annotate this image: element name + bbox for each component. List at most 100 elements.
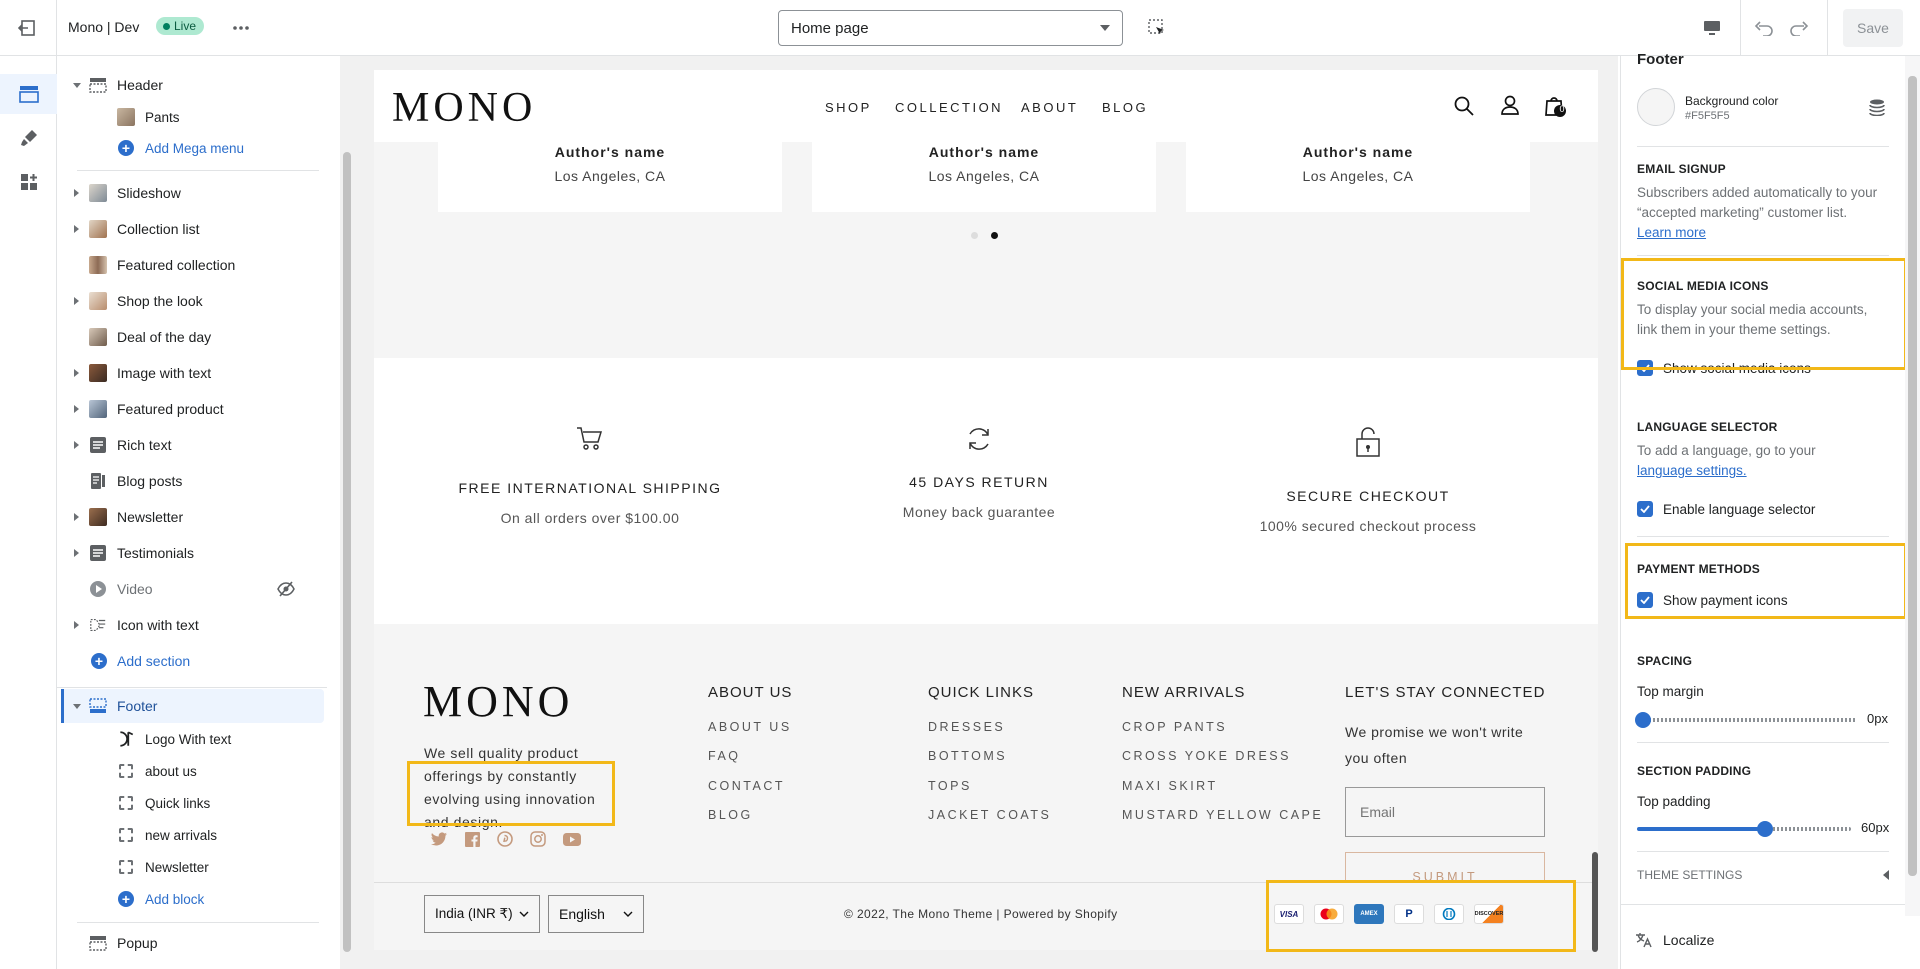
sidebar-item-video[interactable]: Video <box>57 574 327 604</box>
search-icon[interactable] <box>1454 96 1474 116</box>
nav-link-blog[interactable]: BLOG <box>1102 100 1148 115</box>
facebook-icon[interactable] <box>465 831 480 847</box>
instagram-icon[interactable] <box>530 831 546 847</box>
pinterest-icon[interactable] <box>497 831 513 847</box>
sidebar-item-shop-the-look[interactable]: Shop the look <box>57 286 327 316</box>
sidebar-item-label: Icon with text <box>117 617 199 633</box>
sidebar-scrollbar[interactable] <box>340 56 354 969</box>
sidebar-item-icon-with-text[interactable]: Icon with text <box>57 610 327 640</box>
top-margin-slider[interactable] <box>1635 712 1857 728</box>
add-section-button[interactable]: + Add section <box>57 646 327 676</box>
top-padding-slider[interactable] <box>1637 821 1851 837</box>
youtube-icon[interactable] <box>563 832 581 846</box>
sidebar-item-newsletter[interactable]: Newsletter <box>57 502 327 532</box>
theme-settings-brush-icon[interactable] <box>0 118 57 158</box>
footer-link[interactable]: BOTTOMS <box>928 749 1007 763</box>
block-about-us[interactable]: about us <box>57 756 327 786</box>
redo-icon[interactable] <box>1787 16 1811 40</box>
expand-icon <box>74 405 79 413</box>
undo-icon[interactable] <box>1752 16 1776 40</box>
color-swatch[interactable] <box>1637 88 1675 126</box>
feature-checkout: SECURE CHECKOUT 100% secured checkout pr… <box>1173 426 1563 534</box>
sidebar-item-footer[interactable]: Footer <box>57 691 327 721</box>
footer-link[interactable]: TOPS <box>928 779 972 793</box>
block-logo-with-text[interactable]: Logo With text <box>57 724 327 754</box>
eye-hidden-icon[interactable] <box>277 581 295 597</box>
newsletter-email-input[interactable] <box>1345 787 1545 837</box>
footer-link[interactable]: CROSS YOKE DRESS <box>1122 749 1291 763</box>
sidebar-item-featured-collection[interactable]: Featured collection <box>57 250 327 280</box>
sections-icon[interactable] <box>0 74 57 114</box>
sidebar-item-featured-product[interactable]: Featured product <box>57 394 327 424</box>
page-select[interactable]: Home page <box>778 10 1123 46</box>
testimonial-author: Author's name <box>1302 144 1414 160</box>
add-mega-menu-button[interactable]: + Add Mega menu <box>57 133 327 163</box>
block-newsletter[interactable]: Newsletter <box>57 852 327 882</box>
footer-link[interactable]: JACKET COATS <box>928 808 1051 822</box>
footer-link[interactable]: ABOUT US <box>708 720 792 734</box>
footer-link[interactable]: FAQ <box>708 749 741 763</box>
slider-handle[interactable] <box>1757 821 1774 837</box>
sidebar-item-blog-posts[interactable]: Blog posts <box>57 466 327 496</box>
copyright-suffix: | Powered by Shopify <box>996 907 1118 921</box>
carousel-dot[interactable] <box>971 232 978 239</box>
store-logo[interactable]: MONO <box>392 84 536 132</box>
left-rail <box>0 56 57 969</box>
copyright-link[interactable]: The Mono Theme <box>893 907 993 921</box>
dynamic-source-icon[interactable] <box>1869 99 1885 116</box>
section-thumbnail <box>89 220 107 238</box>
currency-select[interactable]: India (INR ₹) <box>424 895 540 933</box>
add-block-button[interactable]: + Add block <box>57 884 327 914</box>
inspector-select-icon[interactable] <box>1146 17 1168 39</box>
expand-icon <box>74 513 79 521</box>
preview-scrollbar-thumb[interactable] <box>1592 852 1598 952</box>
theme-settings-row[interactable]: THEME SETTINGS <box>1637 868 1889 882</box>
enable-language-selector-checkbox[interactable]: Enable language selector <box>1637 501 1887 517</box>
sidebar-item-collection-list[interactable]: Collection list <box>57 214 327 244</box>
slider-track <box>1637 718 1857 722</box>
sidebar-item-deal-of-the-day[interactable]: Deal of the day <box>57 322 327 352</box>
scrollbar-thumb[interactable] <box>1908 76 1917 876</box>
footer-link[interactable]: MUSTARD YELLOW CAPE <box>1122 808 1323 822</box>
learn-more-link[interactable]: Learn more <box>1637 223 1887 243</box>
twitter-icon[interactable] <box>431 832 448 846</box>
more-actions-icon[interactable] <box>230 18 252 38</box>
footer-link[interactable]: CONTACT <box>708 779 785 793</box>
footer-link[interactable]: DRESSES <box>928 720 1005 734</box>
language-settings-link[interactable]: language settings. <box>1637 461 1887 481</box>
footer-link[interactable]: BLOG <box>708 808 753 822</box>
desktop-view-icon[interactable] <box>1700 16 1724 40</box>
sidebar-item-slideshow[interactable]: Slideshow <box>57 178 327 208</box>
nav-link-about[interactable]: ABOUT <box>1021 100 1078 115</box>
sidebar-item-label: Rich text <box>117 437 172 453</box>
settings-scrollbar[interactable] <box>1905 56 1920 916</box>
sidebar-item-popup[interactable]: Popup <box>57 928 327 958</box>
scrollbar-thumb[interactable] <box>343 152 351 952</box>
footer-link[interactable]: CROP PANTS <box>1122 720 1227 734</box>
language-select[interactable]: English <box>548 895 644 933</box>
slider-handle[interactable] <box>1635 712 1651 728</box>
expand-icon <box>74 441 79 449</box>
sidebar-item-rich-text[interactable]: Rich text <box>57 430 327 460</box>
apps-icon[interactable] <box>0 162 57 202</box>
spacing-group: SPACING Top margin <box>1637 654 1887 702</box>
nav-link-collection[interactable]: COLLECTION <box>895 100 1003 115</box>
nav-link-shop[interactable]: SHOP <box>825 100 872 115</box>
save-button[interactable]: Save <box>1843 9 1903 47</box>
block-new-arrivals[interactable]: new arrivals <box>57 820 327 850</box>
background-color-setting[interactable]: Background color #F5F5F5 <box>1637 88 1887 128</box>
sidebar-item-image-with-text[interactable]: Image with text <box>57 358 327 388</box>
exit-icon[interactable] <box>14 16 40 40</box>
block-label: about us <box>145 763 197 779</box>
caret-left-icon <box>1883 870 1889 880</box>
carousel-dot-active[interactable] <box>991 232 998 239</box>
spacing-heading: SPACING <box>1637 654 1693 668</box>
footer-link[interactable]: MAXI SKIRT <box>1122 779 1218 793</box>
sidebar-item-header[interactable]: Header <box>57 70 327 100</box>
sidebar-item-testimonials[interactable]: Testimonials <box>57 538 327 568</box>
bg-color-value: #F5F5F5 <box>1685 110 1730 122</box>
localize-button[interactable]: Localize <box>1635 932 1714 948</box>
sidebar-item-pants[interactable]: Pants <box>57 102 327 132</box>
block-quick-links[interactable]: Quick links <box>57 788 327 818</box>
account-icon[interactable] <box>1500 95 1520 115</box>
